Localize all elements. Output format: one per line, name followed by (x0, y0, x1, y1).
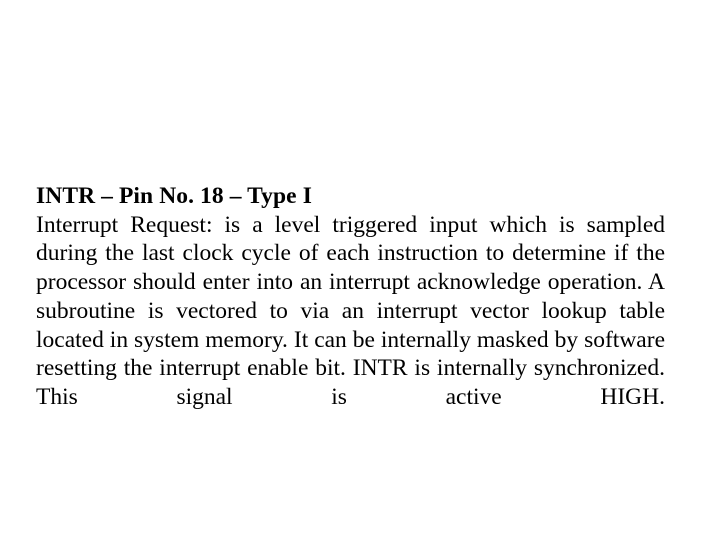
slide-canvas: INTR – Pin No. 18 – Type I Interrupt Req… (0, 0, 720, 540)
signal-heading: INTR – Pin No. 18 – Type I (36, 183, 312, 209)
signal-description-paragraph: Interrupt Request: is a level triggered … (36, 211, 665, 410)
slide-text-block: INTR – Pin No. 18 – Type I Interrupt Req… (36, 182, 665, 440)
